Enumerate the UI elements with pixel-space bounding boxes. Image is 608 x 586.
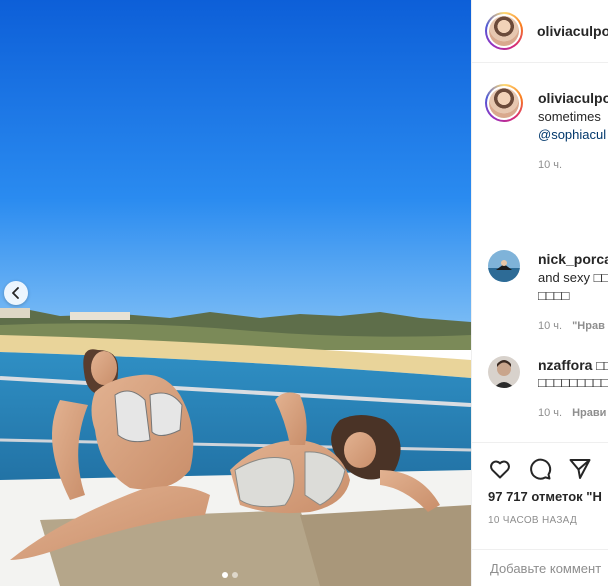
comment-time[interactable]: 10 ч. <box>538 320 562 332</box>
caption-avatar[interactable] <box>485 84 523 122</box>
comment-username[interactable]: nick_porcar <box>538 251 608 267</box>
carousel-dots <box>222 572 238 578</box>
carousel-dot <box>222 572 228 578</box>
avatar <box>489 16 519 46</box>
share-button[interactable] <box>568 457 592 481</box>
like-button[interactable] <box>488 457 512 481</box>
commenter-avatar[interactable] <box>488 250 520 282</box>
commenter-avatar[interactable] <box>488 356 520 388</box>
comment-like-count[interactable]: Нрави <box>572 407 606 419</box>
add-comment-bar <box>472 549 608 586</box>
carousel-dot <box>232 572 238 578</box>
likes-count[interactable]: 97 717 отметок "Н <box>488 489 602 504</box>
caption-time[interactable]: 10 ч. <box>538 159 562 171</box>
caption-text: sometimes <box>538 109 601 124</box>
caption-username[interactable]: oliviaculpo <box>538 90 608 106</box>
comment-icon <box>530 458 552 480</box>
comment-input[interactable] <box>488 560 608 577</box>
avatar <box>489 88 519 118</box>
comment-like-count[interactable]: "Нрав <box>572 320 605 332</box>
comment-text-line2: □□□□ <box>538 288 570 303</box>
share-icon <box>569 459 591 479</box>
chevron-left-icon <box>12 287 19 299</box>
comment-text-line2: □□□□□□□□□□ <box>538 375 608 390</box>
author-avatar[interactable] <box>485 12 523 50</box>
heart-icon <box>490 460 510 479</box>
comment-time[interactable]: 10 ч. <box>538 407 562 419</box>
post-sidebar: oliviaculpo oliviaculpo sometimes @sophi… <box>471 0 608 586</box>
carousel-prev-button[interactable] <box>4 281 28 305</box>
comment-button[interactable] <box>528 457 552 481</box>
author-username[interactable]: oliviaculpo <box>537 23 608 39</box>
post-timestamp[interactable]: 10 ЧАСОВ НАЗАД <box>488 515 577 526</box>
comment-username[interactable]: nzaffora <box>538 357 592 373</box>
post-header: oliviaculpo <box>472 0 608 63</box>
post-actions: 97 717 отметок "Н 10 ЧАСОВ НАЗАД <box>472 442 608 586</box>
caption-mention[interactable]: @sophiacul <box>538 126 608 144</box>
post-photo[interactable] <box>0 0 471 586</box>
comment-text: and sexy □□ <box>538 270 608 285</box>
comment-text: □□ <box>596 358 608 373</box>
